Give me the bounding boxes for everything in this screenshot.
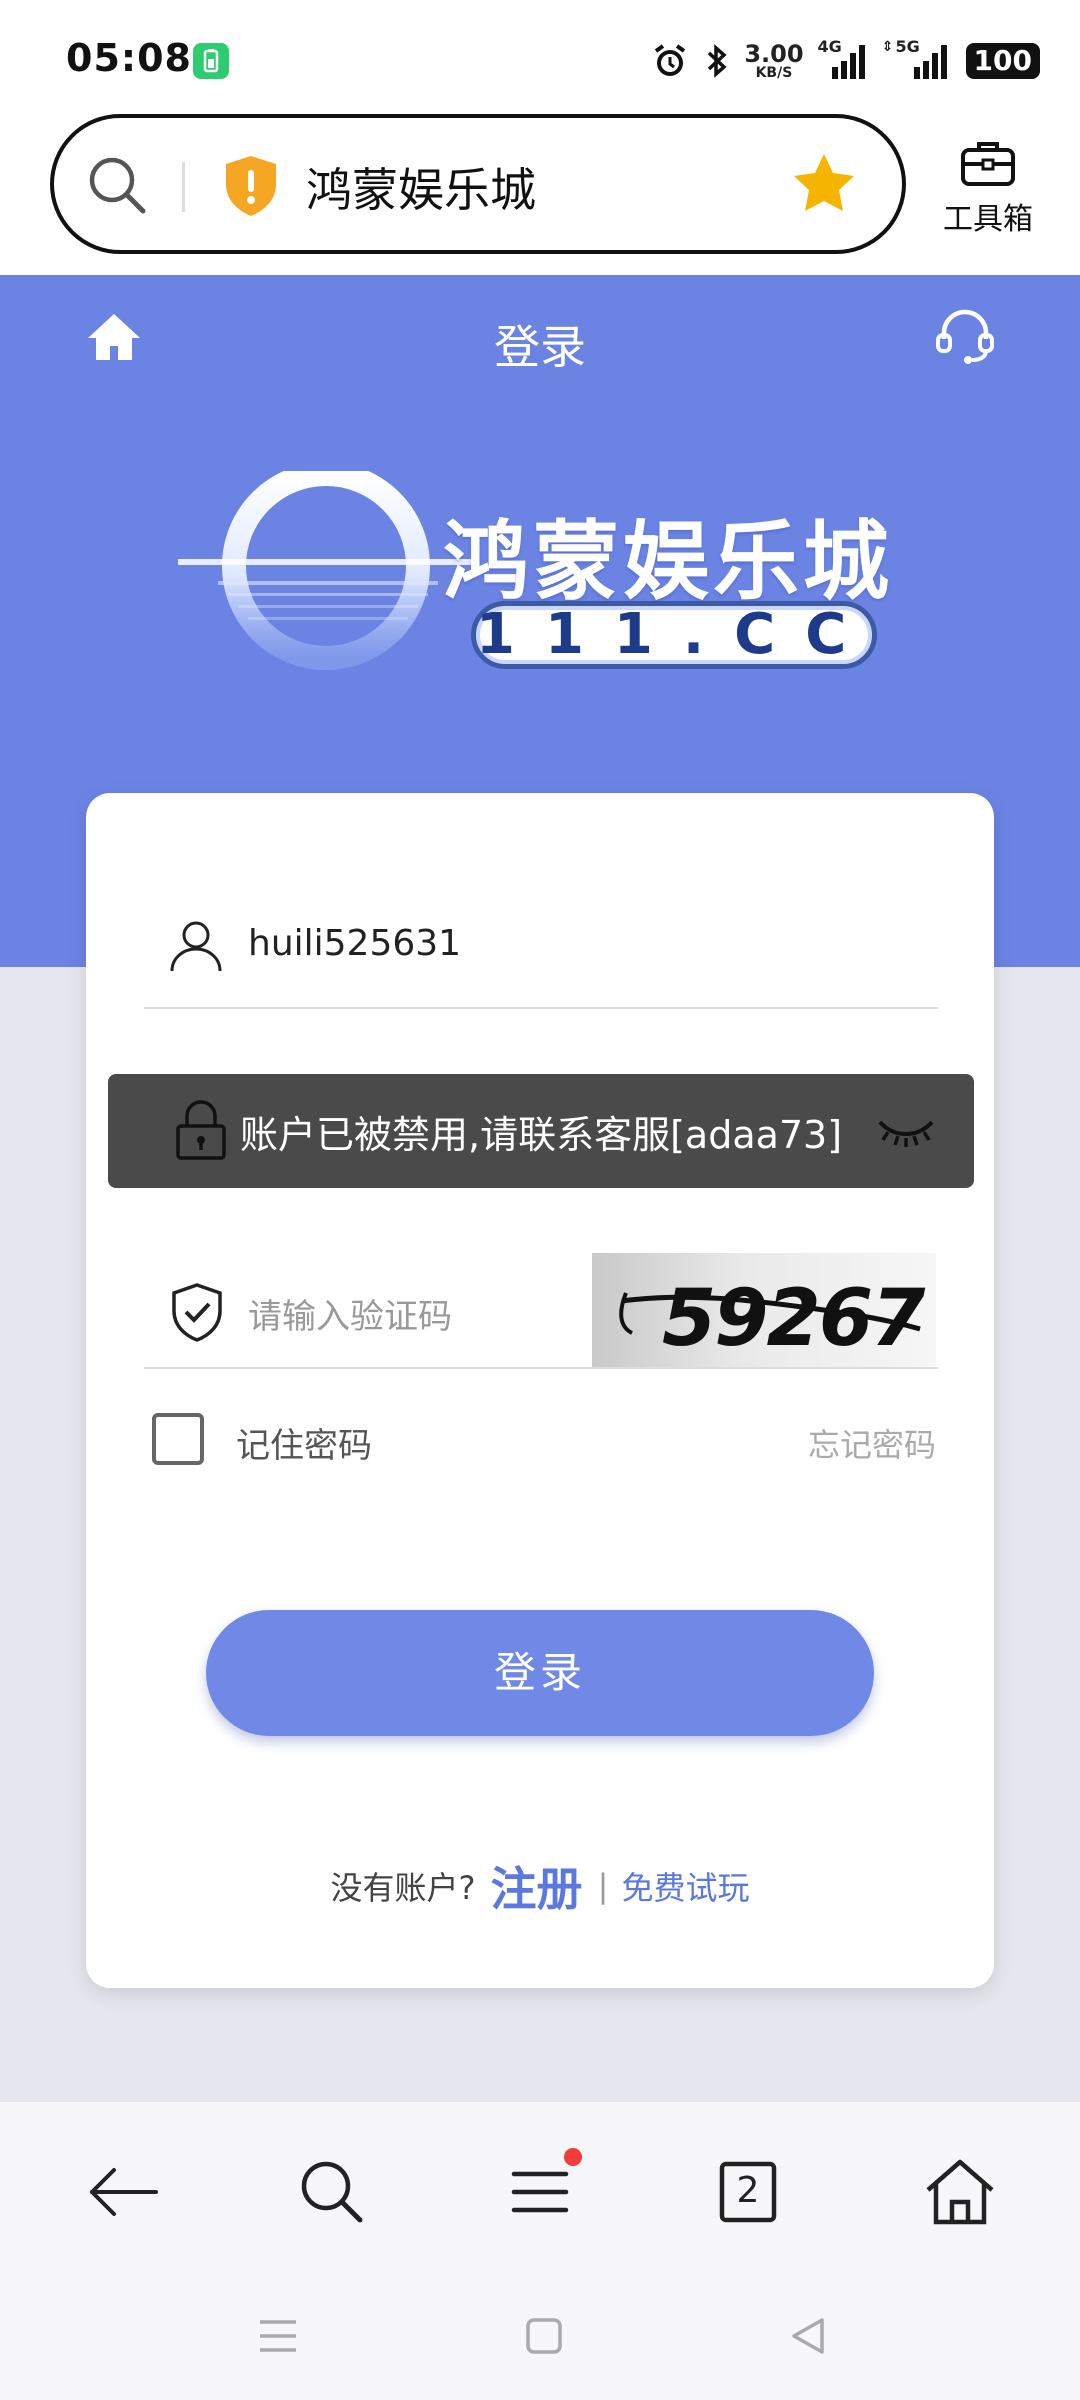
page-title: 登录	[494, 320, 586, 374]
free-trial-link[interactable]: 免费试玩	[622, 1869, 750, 1907]
logo-ring-icon	[178, 471, 478, 670]
signal-5g-icon: ⇕ 5G	[882, 37, 952, 81]
captcha-field[interactable]: 请输入验证码 59267	[144, 1253, 938, 1369]
signal-4g-icon: 4G	[818, 37, 868, 81]
eye-closed-icon[interactable]	[876, 1110, 936, 1150]
search-icon[interactable]	[84, 152, 150, 218]
tab-count: 2	[736, 2170, 760, 2211]
battery-saver-icon	[193, 43, 229, 79]
search-icon[interactable]	[292, 2152, 372, 2232]
address-divider	[182, 162, 185, 212]
browser-bottom-nav: 2	[0, 2102, 1080, 2272]
error-toast: 账户已被禁用,请联系客服[adaa73]	[108, 1074, 974, 1188]
bluetooth-icon	[708, 44, 727, 78]
lock-icon	[176, 1100, 226, 1160]
status-time: 05:08	[66, 36, 192, 80]
captcha-image[interactable]: 59267	[592, 1253, 936, 1367]
address-bar[interactable]: 鸿蒙娱乐城	[50, 114, 906, 254]
battery-indicator: 100	[965, 43, 1040, 79]
user-icon	[170, 921, 222, 972]
tabs-button[interactable]: 2	[708, 2152, 788, 2232]
register-line: 没有账户? 注册 | 免费试玩	[86, 1853, 994, 1919]
recent-apps-icon[interactable]	[256, 2314, 300, 2358]
warning-shield-icon[interactable]	[222, 154, 280, 218]
back-icon[interactable]	[84, 2152, 164, 2232]
back-nav-icon[interactable]	[786, 2314, 830, 2358]
toolbox-button[interactable]: 工具箱	[938, 138, 1038, 238]
toolbox-label: 工具箱	[943, 202, 1033, 237]
footer-separator: |	[597, 1867, 609, 1905]
home-nav-icon[interactable]	[522, 2314, 566, 2358]
brand-logo: 鸿蒙娱乐城 111.CC	[178, 471, 908, 691]
username-field[interactable]: huili525631	[144, 883, 938, 1009]
alarm-icon	[655, 44, 686, 76]
status-bar: 05:08 3.00 KB/S 4G ⇕ 5G 100	[0, 0, 1080, 110]
username-value[interactable]: huili525631	[248, 923, 461, 964]
remember-label[interactable]: 记住密码	[236, 1418, 372, 1467]
browser-toolbar: 鸿蒙娱乐城 工具箱	[0, 110, 1080, 275]
home-icon[interactable]	[920, 2152, 1000, 2232]
notification-dot	[564, 2148, 582, 2166]
system-nav-bar	[0, 2272, 1080, 2400]
forgot-password-link[interactable]: 忘记密码	[808, 1420, 936, 1466]
shield-check-icon	[172, 1283, 222, 1342]
login-card: huili525631 账户已被禁用,请联系客服[adaa73] 请输入验证码	[86, 793, 994, 1988]
remember-checkbox[interactable]	[152, 1413, 204, 1465]
logo-domain: 111.CC	[471, 601, 877, 669]
register-link[interactable]: 注册	[491, 1862, 583, 1916]
login-button[interactable]: 登录	[206, 1610, 874, 1736]
customer-service-icon[interactable]	[934, 305, 996, 367]
logo-title: 鸿蒙娱乐城	[443, 511, 893, 612]
captcha-placeholder[interactable]: 请输入验证码	[248, 1289, 452, 1338]
network-speed: 3.00 KB/S	[744, 40, 804, 81]
no-account-text: 没有账户?	[330, 1869, 476, 1907]
status-icons: 3.00 KB/S 4G ⇕ 5G 100	[650, 36, 1040, 86]
bookmark-star-icon[interactable]	[790, 150, 858, 218]
toast-message: 账户已被禁用,请联系客服[adaa73]	[240, 1113, 843, 1157]
toolbox-icon	[961, 142, 1015, 186]
menu-button[interactable]	[500, 2148, 582, 2232]
address-text[interactable]: 鸿蒙娱乐城	[306, 154, 536, 220]
